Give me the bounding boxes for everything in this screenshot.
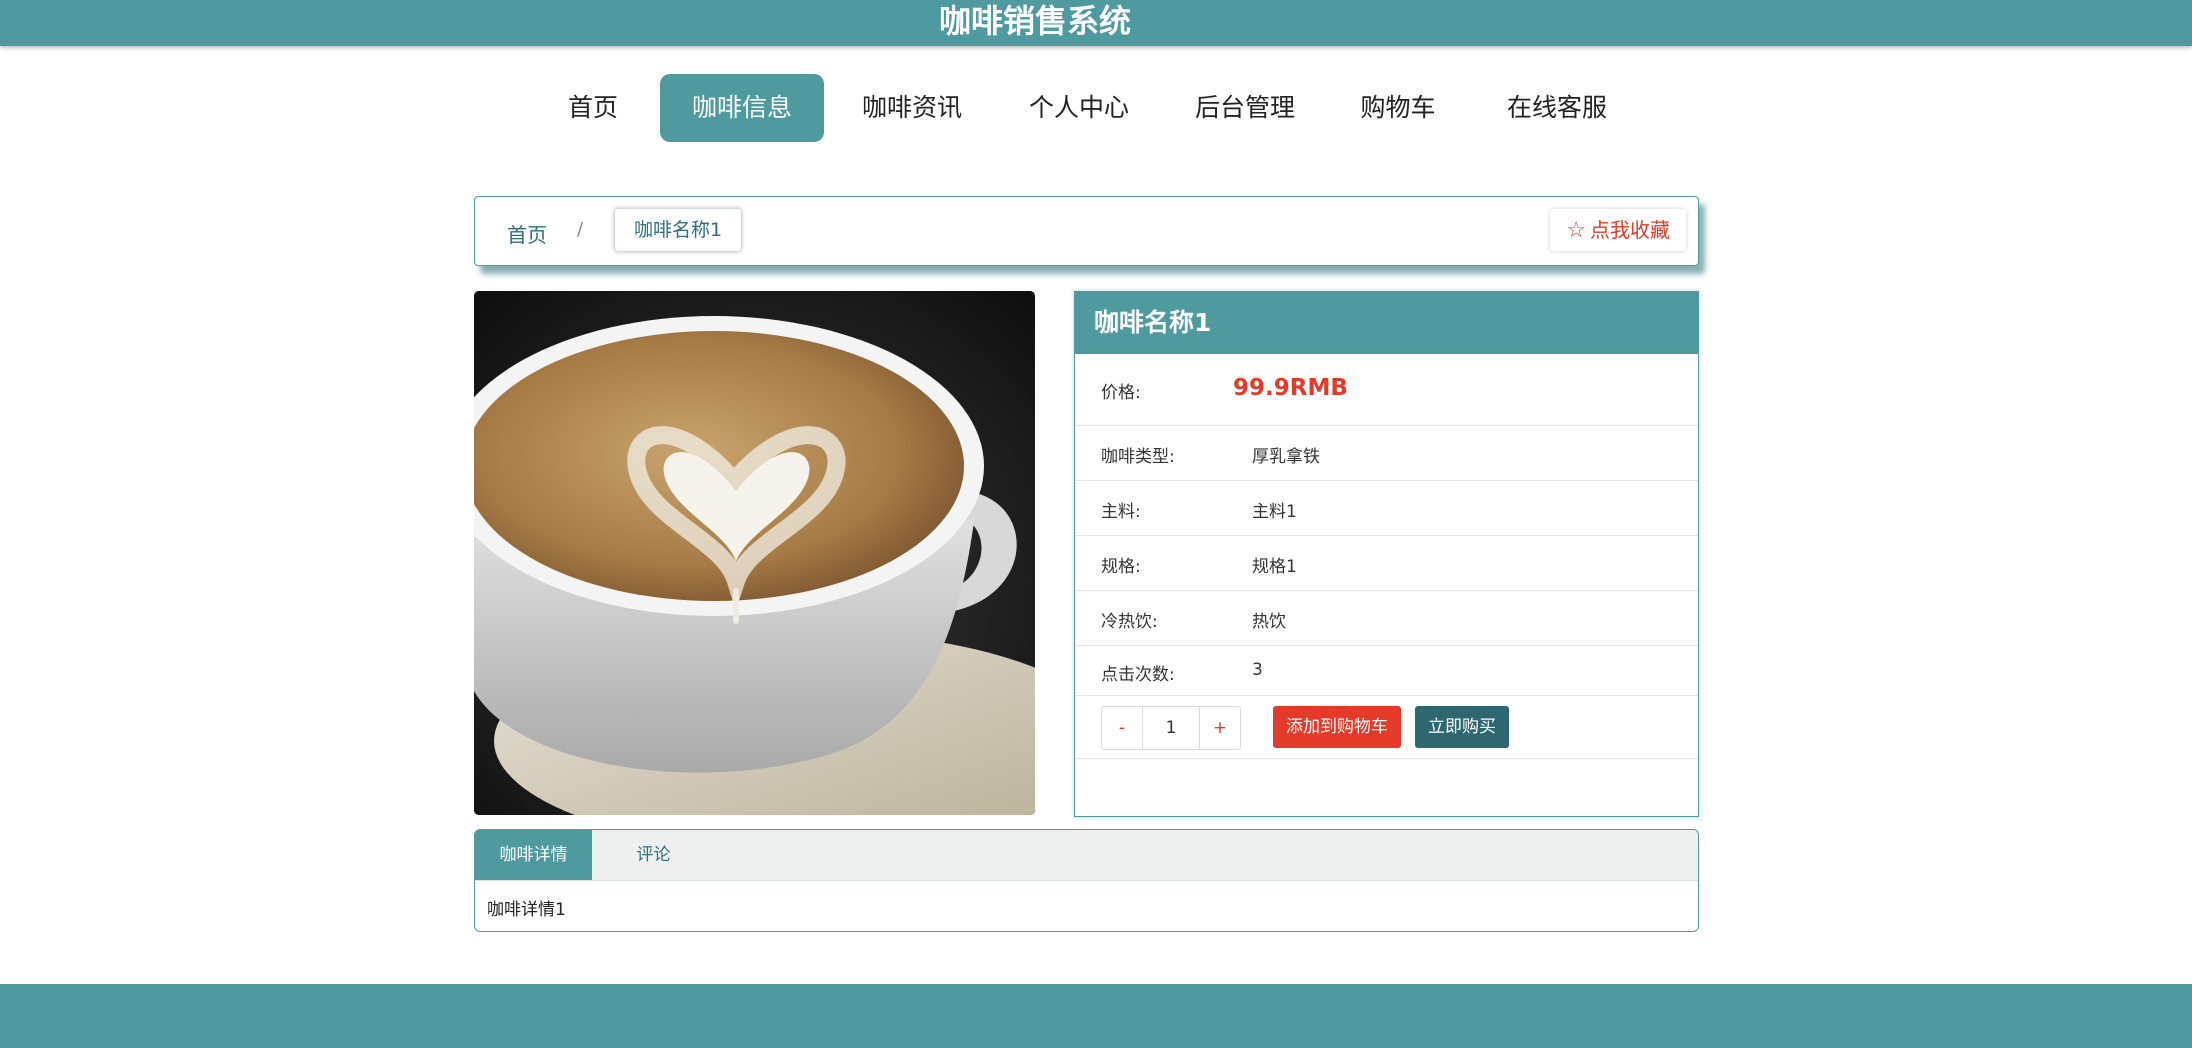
field-label: 点击次数:: [1101, 665, 1175, 685]
nav-item-personal-center[interactable]: 个人中心: [1017, 74, 1141, 142]
add-to-cart-button[interactable]: 添加到购物车: [1273, 706, 1401, 748]
quantity-input[interactable]: 1: [1142, 707, 1200, 749]
field-value: 规格1: [1252, 557, 1297, 577]
field-label: 规格:: [1101, 557, 1141, 577]
site-title: 咖啡销售系统: [938, 2, 1131, 40]
nav-item-home[interactable]: 首页: [554, 74, 632, 142]
info-row: 冷热饮: 热饮: [1075, 591, 1698, 646]
detail-tabs: 咖啡详情 评论 咖啡详情1: [474, 829, 1699, 932]
favorite-button[interactable]: ☆ 点我收藏: [1550, 209, 1686, 251]
tab-comments[interactable]: 评论: [592, 830, 715, 880]
nav-item-online-service[interactable]: 在线客服: [1495, 74, 1619, 142]
info-row: 规格: 规格1: [1075, 536, 1698, 591]
info-row: 主料: 主料1: [1075, 481, 1698, 536]
field-label: 冷热饮:: [1101, 612, 1158, 632]
price-value: 99.9RMB: [1233, 375, 1348, 401]
star-outline-icon: ☆: [1566, 218, 1586, 243]
nav-item-cart[interactable]: 购物车: [1350, 74, 1446, 142]
product-title: 咖啡名称1: [1075, 292, 1698, 354]
info-row: 点击次数: 3: [1075, 646, 1698, 696]
tab-content: 咖啡详情1: [487, 900, 566, 920]
field-label: 咖啡类型:: [1101, 447, 1175, 467]
nav-item-coffee-info[interactable]: 咖啡信息: [660, 74, 824, 142]
price-row: 价格: 99.9RMB: [1075, 354, 1698, 426]
field-value: 3: [1252, 660, 1263, 680]
breadcrumb-current: 咖啡名称1: [614, 208, 743, 252]
breadcrumb: 首页 / 咖啡名称1 ☆ 点我收藏: [474, 196, 1699, 266]
field-value: 热饮: [1252, 612, 1286, 632]
info-row: 咖啡类型: 厚乳拿铁: [1075, 426, 1698, 481]
field-value: 厚乳拿铁: [1252, 447, 1320, 467]
breadcrumb-separator: /: [577, 219, 584, 240]
main-nav: 首页 咖啡信息 咖啡资讯 个人中心 后台管理 购物车 在线客服: [0, 74, 2192, 142]
purchase-actions: - 1 + 添加到购物车 立即购买: [1075, 696, 1698, 759]
product-info-panel: 咖啡名称1 价格: 99.9RMB 咖啡类型: 厚乳拿铁 主料: 主料1 规格:…: [1074, 291, 1699, 817]
tab-header: 咖啡详情 评论: [475, 830, 1698, 881]
nav-item-admin[interactable]: 后台管理: [1183, 74, 1307, 142]
field-label: 主料:: [1101, 502, 1141, 522]
quantity-stepper: - 1 +: [1101, 706, 1241, 750]
top-bar: 咖啡销售系统: [0, 0, 2192, 46]
quantity-decrement-button[interactable]: -: [1102, 707, 1142, 749]
footer: [0, 984, 2192, 1048]
price-label: 价格:: [1101, 383, 1141, 403]
product-image: [474, 291, 1035, 815]
nav-item-coffee-news[interactable]: 咖啡资讯: [850, 74, 974, 142]
quantity-increment-button[interactable]: +: [1200, 707, 1240, 749]
breadcrumb-home-link[interactable]: 首页: [507, 219, 547, 248]
tab-coffee-details[interactable]: 咖啡详情: [475, 830, 592, 880]
buy-now-button[interactable]: 立即购买: [1415, 706, 1509, 748]
favorite-label: 点我收藏: [1590, 218, 1670, 242]
field-value: 主料1: [1252, 502, 1297, 522]
